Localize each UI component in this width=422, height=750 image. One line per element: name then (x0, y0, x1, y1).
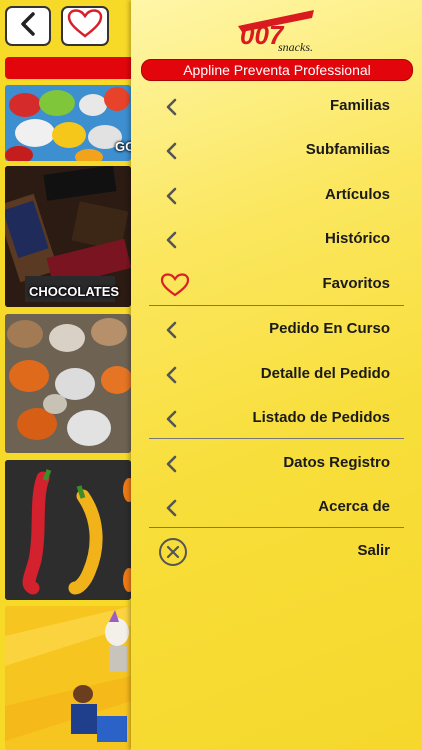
dragees-image (5, 314, 131, 453)
tile-label: CHOCOLATES (29, 284, 120, 299)
heart-icon (159, 272, 191, 298)
menu-item-historico[interactable]: Histórico (131, 219, 422, 259)
menu-item-datos-registro[interactable]: Datos Registro (131, 443, 422, 483)
back-button[interactable] (5, 6, 51, 46)
menu-item-label: Favoritos (322, 275, 390, 292)
menu-item-label: Familias (329, 97, 390, 114)
menu-item-detalle-pedido[interactable]: Detalle del Pedido (131, 354, 422, 394)
category-tile-chocolates[interactable]: CHOCOLATES (5, 166, 131, 307)
app-title-banner: Appline Preventa Professional (141, 59, 413, 81)
menu-item-salir[interactable]: Salir (131, 531, 422, 571)
chevron-left-icon (159, 406, 185, 432)
menu-divider (149, 305, 404, 306)
chevron-left-icon (17, 11, 39, 42)
menu-item-label: Artículos (324, 186, 390, 203)
menu-item-label: Acerca de (318, 498, 390, 515)
chevron-left-icon (159, 94, 185, 120)
menu-item-label: Pedido En Curso (269, 320, 390, 337)
chevron-left-icon (159, 227, 185, 253)
chevron-left-icon (159, 317, 185, 343)
toys-image (5, 606, 131, 750)
close-circle-icon (157, 538, 189, 566)
chevron-left-icon (159, 138, 185, 164)
category-tile-jellies[interactable] (5, 460, 131, 600)
category-tile-dragees[interactable] (5, 314, 131, 453)
menu-item-label: Datos Registro (283, 454, 390, 471)
menu-item-favoritos[interactable]: Favoritos (131, 264, 422, 304)
side-menu-drawer: 007 snacks. Appline Preventa Professiona… (131, 0, 422, 750)
menu-item-articulos[interactable]: Artículos (131, 175, 422, 215)
brand-logo: 007 snacks. (234, 4, 320, 54)
header-bar (5, 57, 135, 79)
chevron-left-icon (159, 362, 185, 388)
category-tile-candies[interactable]: GO (5, 85, 131, 161)
jellies-image (5, 460, 131, 600)
menu-item-label: Listado de Pedidos (252, 409, 390, 426)
category-tile-toys[interactable] (5, 606, 131, 750)
menu-item-listado-pedidos[interactable]: Listado de Pedidos (131, 398, 422, 438)
chevron-left-icon (159, 451, 185, 477)
favorite-button[interactable] (61, 6, 109, 46)
menu-item-subfamilias[interactable]: Subfamilias (131, 130, 422, 170)
chevron-left-icon (159, 495, 185, 521)
menu-divider (149, 527, 404, 528)
menu-item-label: Salir (357, 542, 390, 559)
heart-icon (67, 8, 103, 44)
candies-image (5, 85, 131, 161)
menu-item-label: Subfamilias (305, 141, 390, 158)
chevron-left-icon (159, 183, 185, 209)
menu-item-label: Histórico (324, 230, 390, 247)
menu-item-pedido-en-curso[interactable]: Pedido En Curso (131, 309, 422, 349)
menu-divider (149, 438, 404, 439)
logo-sub-text: snacks. (278, 40, 313, 54)
menu-item-acerca-de[interactable]: Acerca de (131, 487, 422, 527)
menu-item-familias[interactable]: Familias (131, 86, 422, 126)
tile-label: GO (115, 139, 131, 154)
menu-item-label: Detalle del Pedido (260, 365, 390, 382)
